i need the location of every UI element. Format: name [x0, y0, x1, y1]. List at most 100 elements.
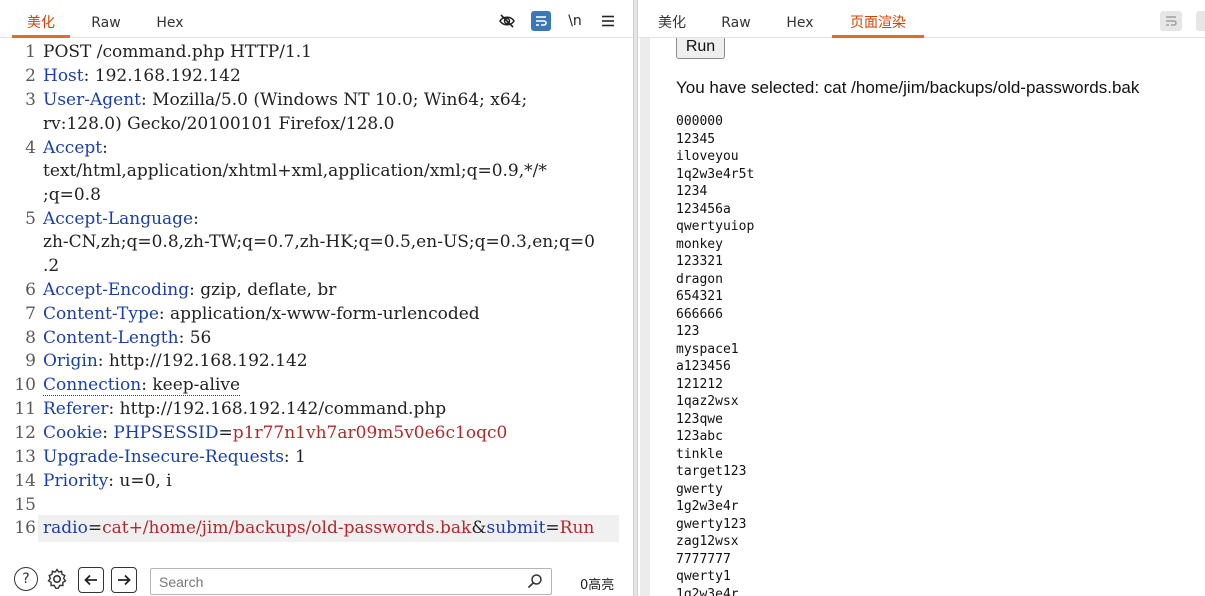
header-accept: Accept: — [43, 138, 108, 158]
response-panel: 美化 Raw Hex 页面渲染 Run You have selected: c… — [638, 0, 1205, 596]
tab-render[interactable]: 页面渲染 — [832, 0, 924, 38]
header-value-continued: zh-CN,zh;q=0.8,zh-TW;q=0.7,zh-HK;q=0.5,e… — [43, 232, 595, 252]
search-input[interactable] — [151, 569, 521, 594]
header-name: Upgrade-Insecure-Requests — [43, 447, 284, 467]
back-arrow-icon[interactable] — [78, 567, 104, 593]
param-value: cat+/home/jim/backups/old-passwords.bak — [102, 518, 472, 538]
search-box[interactable] — [150, 568, 552, 595]
gear-icon[interactable] — [45, 567, 69, 591]
password-entry: dragon — [676, 271, 723, 287]
header-name: Accept-Language — [43, 209, 194, 229]
search-icon[interactable] — [527, 573, 543, 589]
password-entry: 1234 — [676, 184, 708, 199]
header-name: Origin — [43, 351, 98, 371]
header-value: u=0, i — [113, 471, 172, 491]
menu-icon[interactable] — [597, 10, 619, 32]
password-entry: gwerty123 — [676, 516, 747, 532]
password-entry: qwerty1 — [676, 569, 731, 584]
response-scrollbar[interactable] — [640, 38, 650, 596]
header-cookie: Cookie: PHPSESSID=p1r77n1vh7ar09m5v0e6c1… — [43, 423, 508, 443]
line-number: 14 — [14, 471, 36, 491]
header-connection: Connection: keep-alive — [43, 375, 241, 396]
header-name: Connection — [43, 375, 142, 395]
header-value-continued: .2 — [43, 256, 60, 276]
run-button[interactable]: Run — [676, 38, 725, 59]
header-name: Content-Type — [43, 304, 159, 324]
wrap-icon[interactable] — [531, 11, 551, 31]
header-accept-language: Accept-Language: — [43, 209, 199, 229]
tab-hex[interactable]: Hex — [142, 0, 198, 38]
help-icon[interactable]: ? — [14, 567, 38, 591]
password-entry: 1g2w3e4r — [676, 499, 739, 514]
newline-toggle-icon[interactable]: \n — [564, 10, 586, 32]
password-entry: gwerty — [676, 481, 723, 497]
header-name: Cookie — [43, 423, 103, 443]
header-priority: Priority: u=0, i — [43, 471, 172, 491]
line-number: 4 — [25, 138, 36, 158]
header-content-length: Content-Length: 56 — [43, 328, 212, 348]
password-entry: 121212 — [676, 376, 723, 392]
password-entry: 123321 — [676, 254, 723, 269]
line-number: 16 — [14, 518, 36, 538]
header-name: User-Agent — [43, 90, 141, 110]
password-entry: 7777777 — [676, 551, 731, 567]
header-value: http://192.168.192.142 — [103, 351, 308, 371]
line-number: 5 — [25, 209, 36, 229]
line-number: 11 — [14, 399, 36, 419]
wrap-icon[interactable] — [1160, 11, 1182, 31]
header-name: Accept — [43, 138, 103, 158]
request-panel: 美化 Raw Hex \n 1 2 3 4 5 6 7 8 9 10 11 12… — [0, 0, 633, 596]
password-entry: 666666 — [676, 306, 723, 322]
header-content-type: Content-Type: application/x-www-form-url… — [43, 304, 480, 324]
header-user-agent: User-Agent: Mozilla/5.0 (Windows NT 10.0… — [43, 90, 528, 110]
newline-toggle-icon[interactable] — [1196, 11, 1205, 31]
header-value: 1 — [289, 447, 306, 467]
tab-hex[interactable]: Hex — [774, 0, 826, 38]
header-name: Referer — [43, 399, 109, 419]
line-number: 7 — [25, 304, 36, 324]
password-entry: 654321 — [676, 289, 723, 304]
response-tab-bar: 美化 Raw Hex 页面渲染 — [638, 0, 1205, 38]
tab-pretty[interactable]: 美化 — [646, 0, 698, 38]
password-entry: a123456 — [676, 359, 731, 374]
line-number: 6 — [25, 280, 36, 300]
eye-slash-icon[interactable] — [496, 10, 518, 32]
cookie-value: p1r77n1vh7ar09m5v0e6c1oqc0 — [232, 423, 508, 443]
password-entry: myspace1 — [676, 341, 739, 357]
password-entry: tinkle — [676, 446, 723, 462]
password-entry: qwertyuiop — [676, 219, 755, 234]
forward-arrow-icon[interactable] — [111, 567, 137, 593]
param-name: submit — [486, 518, 546, 538]
line-number: 10 — [14, 375, 36, 395]
password-entry: iloveyou — [676, 149, 739, 164]
header-host: Host: 192.168.192.142 — [43, 66, 241, 86]
header-value: 56 — [184, 328, 212, 348]
password-entry: 123 — [676, 324, 700, 339]
selected-command-text: You have selected: cat /home/jim/backups… — [676, 78, 1140, 97]
password-entry: target123 — [676, 464, 747, 479]
tab-pretty[interactable]: 美化 — [12, 0, 70, 38]
request-editor[interactable]: 1 2 3 4 5 6 7 8 9 10 11 12 13 14 15 16 P… — [0, 40, 633, 555]
line-number: 1 — [25, 42, 36, 62]
password-entry: 123456a — [676, 201, 731, 217]
password-entry: 123qwe — [676, 411, 723, 427]
line-number: 3 — [25, 90, 36, 110]
password-entry: zag12wsx — [676, 534, 739, 549]
request-tab-bar: 美化 Raw Hex \n — [0, 0, 633, 38]
line-number: 15 — [14, 495, 36, 515]
header-value: Mozilla/5.0 (Windows NT 10.0; Win64; x64… — [146, 90, 528, 110]
line-number: 2 — [25, 66, 36, 86]
header-name: Content-Length — [43, 328, 179, 348]
password-entry: 123abc — [676, 429, 723, 444]
tab-raw[interactable]: Raw — [78, 0, 134, 38]
header-value: 192.168.192.142 — [89, 66, 241, 86]
password-entry: 1qaz2wsx — [676, 394, 739, 409]
header-referer: Referer: http://192.168.192.142/command.… — [43, 399, 447, 419]
tab-raw[interactable]: Raw — [710, 0, 762, 38]
password-entry: 1q2w3e4r — [676, 586, 739, 596]
line-number: 8 — [25, 328, 36, 348]
header-value: keep-alive — [146, 375, 241, 395]
highlight-count: 0高亮 — [580, 578, 615, 593]
password-entry: 000000 — [676, 114, 723, 129]
param-value: Run — [559, 518, 595, 538]
